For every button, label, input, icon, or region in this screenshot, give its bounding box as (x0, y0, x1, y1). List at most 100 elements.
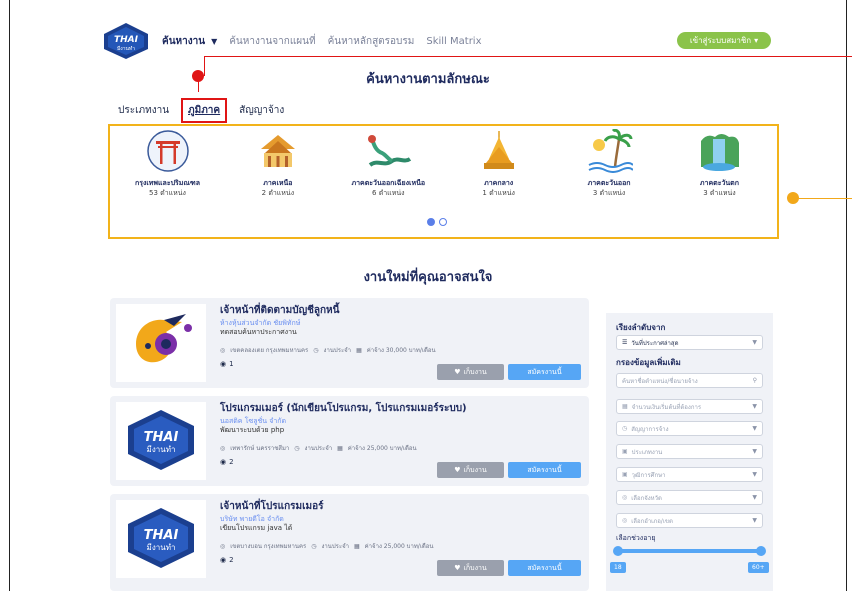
save-job-button[interactable]: ♥ เก็บงาน (437, 462, 504, 478)
job-type-filter-select[interactable]: ▣ ประเภทงาน ▼ (616, 444, 763, 459)
gate-icon (146, 130, 189, 172)
age-min-value: 18 (610, 562, 626, 573)
province-filter-select[interactable]: ◎ เลือกจังหวัด ▼ (616, 490, 763, 505)
job-title[interactable]: เจ้าหน้าที่โปรแกรมเมอร์ (220, 499, 323, 514)
filter-sidebar: เรียงลำดับจาก ☰ วันที่ประกาศล่าสุด ▼ กรอ… (606, 313, 773, 591)
heart-icon: ♥ (454, 368, 461, 376)
location-pin-icon: ◎ (220, 444, 226, 452)
clock-icon: ◷ (294, 444, 300, 452)
chevron-down-icon: ▼ (752, 403, 757, 410)
thai-logo-icon: THAI มีงานทำ (128, 508, 194, 568)
chevron-down-icon: ▾ (754, 36, 759, 45)
job-card[interactable]: เจ้าหน้าที่ติดตามบัญชีลูกหนี้ ห้างหุ้นส่… (110, 298, 589, 388)
region-item-bangkok[interactable]: กรุงเทพและปริมณฑล 53 ตำแหน่ง (120, 128, 215, 198)
carousel-dot-2[interactable] (439, 218, 447, 226)
job-title[interactable]: เจ้าหน้าที่ติดตามบัญชีลูกหนี้ (220, 303, 339, 318)
district-filter-select[interactable]: ◎ เลือกอำเภอ/เขต ▼ (616, 513, 763, 528)
job-meta: ◎ เขตบางบอน กรุงเทพมหานคร ◷ งานประจำ ▦ ค่าจ… (220, 542, 434, 551)
chevron-down-icon: ▼ (752, 494, 757, 501)
job-title[interactable]: โปรแกรมเมอร์ (นักเขียนโปรแกรม, โปรแกรมเม… (220, 401, 467, 416)
salary-filter-select[interactable]: ▦ จำนวนเงินเริ่มต้นที่ต้องการ ▼ (616, 399, 763, 414)
search-tabs: ประเภทงาน ภูมิภาค สัญญาจ้าง (118, 98, 284, 123)
pagoda-icon (483, 131, 514, 169)
job-meta: ◎ เขตคลองเตย กรุงเทพมหานคร ◷ งานประจำ ▦ ค่า… (220, 346, 436, 355)
thai-logo-icon: THAI มีงานทำ (128, 410, 194, 470)
education-filter-select[interactable]: ▣ วุฒิการศึกษา ▼ (616, 467, 763, 482)
sort-label: เรียงลำดับจาก (616, 323, 666, 332)
nav-item-skill-matrix[interactable]: Skill Matrix (426, 36, 481, 47)
apply-button[interactable]: สมัครงานนี้ (508, 560, 581, 576)
member-login-button[interactable]: เข้าสู่ระบบสมาชิก ▾ (677, 32, 771, 49)
thai-logo[interactable]: THAI มีงานทำ (103, 22, 149, 60)
chevron-down-icon: ▼ (752, 425, 757, 432)
briefcase-icon: ▣ (622, 448, 628, 455)
location-pin-icon: ◎ (622, 517, 628, 524)
nav-item-map-search[interactable]: ค้นหางานจากแผนที่ (229, 34, 315, 49)
eye-icon: ◉ (220, 556, 227, 564)
company-logo (116, 304, 206, 382)
clock-icon: ◷ (313, 346, 319, 354)
eye-icon: ◉ (220, 458, 227, 466)
search-icon: ⚲ (752, 377, 757, 384)
chevron-down-icon: ▼ (752, 517, 757, 524)
region-item-east[interactable]: ภาคตะวันออก 3 ตำแหน่ง (562, 128, 657, 198)
region-item-north[interactable]: ภาคเหนือ 2 ตำแหน่ง (230, 128, 325, 198)
chevron-down-icon: ▼ (752, 448, 757, 455)
heart-icon: ♥ (454, 564, 461, 572)
chevron-down-icon: ▼ (752, 339, 757, 346)
location-pin-icon: ◎ (220, 542, 226, 550)
annotation-line-orange (799, 198, 852, 199)
heart-icon: ♥ (454, 466, 461, 474)
view-count: ◉ 2 (220, 458, 234, 466)
svg-text:THAI: THAI (144, 528, 179, 543)
nav-item-courses[interactable]: ค้นหาหลักสูตรอบรม (328, 34, 415, 49)
search-input[interactable]: ค้นหาชื่อตำแหน่ง/ชื่อนายจ้าง ⚲ (616, 373, 763, 388)
temple-icon (260, 135, 295, 167)
region-item-west[interactable]: ภาคตะวันตก 3 ตำแหน่ง (672, 128, 767, 198)
job-card[interactable]: THAI มีงานทำ โปรแกรมเมอร์ (นักเขียนโปรแก… (110, 396, 589, 486)
money-icon: ▦ (337, 444, 343, 452)
job-card[interactable]: THAI มีงานทำ เจ้าหน้าที่โปรแกรมเมอร์ บริ… (110, 494, 589, 591)
save-job-button[interactable]: ♥ เก็บงาน (437, 364, 504, 380)
chevron-down-icon[interactable]: ▼ (211, 37, 217, 46)
job-meta: ◎ เทพารักษ์ นครราชสีมา ◷ งานประจำ ▦ ค่าจ้าง… (220, 444, 417, 453)
parrot-logo-icon (136, 314, 192, 363)
filter-label: กรองข้อมูลเพิ่มเติม (616, 358, 681, 367)
naga-icon (368, 135, 412, 167)
briefcase-icon: ▣ (622, 471, 628, 478)
job-description: เขียนโปรแกรม java ได้ (220, 524, 293, 532)
region-item-northeast[interactable]: ภาคตะวันออกเฉียงเหนือ 6 ตำแหน่ง (341, 128, 436, 198)
svg-text:มีงานทำ: มีงานทำ (147, 445, 176, 454)
clock-icon: ◷ (622, 425, 628, 432)
region-item-central[interactable]: ภาคกลาง 1 ตำแหน่ง (451, 128, 546, 198)
view-count: ◉ 2 (220, 556, 234, 564)
job-description: ทดสอบค้นหาประกาศงาน (220, 328, 297, 336)
svg-text:THAI: THAI (144, 430, 179, 445)
svg-text:THAI: THAI (114, 35, 139, 45)
carousel-dots (427, 218, 447, 226)
tab-region[interactable]: ภูมิภาค (181, 98, 228, 123)
search-section-title: ค้นหางานตามลักษณะ (366, 72, 490, 87)
eye-icon: ◉ (220, 360, 227, 368)
nav-item-search-jobs[interactable]: ค้นหางาน (162, 34, 205, 49)
age-range-slider[interactable] (613, 546, 766, 556)
sort-select[interactable]: ☰ วันที่ประกาศล่าสุด ▼ (616, 335, 763, 350)
age-max-value: 60+ (748, 562, 769, 573)
contract-filter-select[interactable]: ◷ สัญญาการจ้าง ▼ (616, 421, 763, 436)
carousel-dot-1[interactable] (427, 218, 435, 226)
age-max-handle[interactable] (756, 546, 766, 556)
apply-button[interactable]: สมัครงานนี้ (508, 364, 581, 380)
age-min-handle[interactable] (613, 546, 623, 556)
main-nav: ค้นหางาน ▼ ค้นหางานจากแผนที่ ค้นหาหลักสู… (162, 34, 482, 49)
save-job-button[interactable]: ♥ เก็บงาน (437, 560, 504, 576)
tab-job-type[interactable]: ประเภทงาน (118, 103, 169, 118)
palm-beach-icon (588, 129, 634, 173)
waterfall-icon (701, 134, 740, 171)
age-range-label: เลือกช่วงอายุ (616, 534, 656, 542)
tab-contract[interactable]: สัญญาจ้าง (239, 103, 284, 118)
region-carousel: กรุงเทพและปริมณฑล 53 ตำแหน่ง ภาคเหนือ 2 … (110, 128, 777, 198)
company-logo: THAI มีงานทำ (116, 500, 206, 578)
location-pin-icon: ◎ (220, 346, 226, 354)
annotation-marker-orange (787, 192, 799, 204)
apply-button[interactable]: สมัครงานนี้ (508, 462, 581, 478)
